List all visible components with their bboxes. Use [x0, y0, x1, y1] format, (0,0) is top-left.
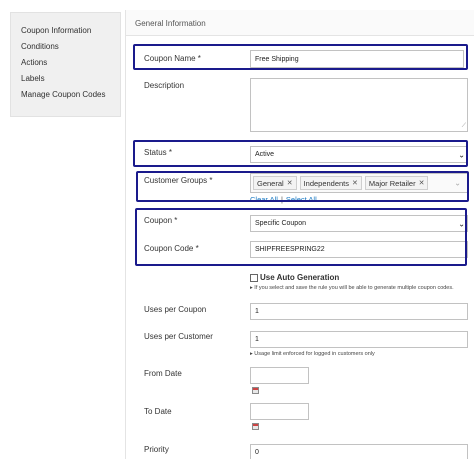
- link-separator: |: [280, 195, 283, 204]
- uses-per-customer-note-text: Usage limit enforced for logged in custo…: [254, 351, 375, 357]
- clear-all-link[interactable]: Clear All: [250, 195, 278, 204]
- description-label: Description: [144, 81, 185, 90]
- sidebar-item-labels[interactable]: Labels: [11, 71, 120, 87]
- from-date-input[interactable]: [250, 367, 309, 384]
- auto-generation-note: ▸ If you select and save the rule you wi…: [250, 285, 454, 291]
- uses-per-customer-note: ▸ Usage limit enforced for logged in cus…: [250, 351, 375, 357]
- uses-per-customer-value: 1: [255, 336, 259, 343]
- calendar-icon[interactable]: [252, 387, 259, 394]
- priority-value: 0: [255, 448, 259, 456]
- sidebar-item-actions[interactable]: Actions: [11, 55, 120, 71]
- coupon-name-label: Coupon Name *: [144, 54, 201, 63]
- auto-generation-label: Use Auto Generation: [260, 273, 340, 282]
- panel-header: General Information: [126, 10, 474, 36]
- chip-label: General: [257, 178, 284, 188]
- uses-per-coupon-input[interactable]: 1: [250, 303, 468, 320]
- calendar-icon[interactable]: [252, 423, 259, 430]
- coupon-name-input[interactable]: Free Shipping: [250, 50, 464, 68]
- chip-major-retailer: Major Retailer ✕: [364, 176, 429, 190]
- uses-per-customer-label: Uses per Customer: [144, 332, 213, 341]
- resize-handle-icon[interactable]: ⟋: [462, 123, 466, 130]
- general-information-panel: General Information Coupon Name * Free S…: [125, 10, 474, 459]
- status-label: Status *: [144, 148, 173, 157]
- auto-generation-note-text: If you select and save the rule you will…: [254, 285, 454, 291]
- coupon-name-value: Free Shipping: [255, 55, 299, 63]
- priority-label: Priority: [144, 445, 169, 454]
- uses-per-coupon-value: 1: [255, 308, 259, 315]
- panel-title: General Information: [135, 19, 206, 28]
- coupon-code-label: Coupon Code *: [144, 244, 199, 253]
- coupon-label: Coupon *: [144, 216, 178, 225]
- coupon-code-input[interactable]: SHIPFREESPRING22: [250, 241, 468, 258]
- coupon-value: Specific Coupon: [255, 220, 306, 227]
- sidebar-item-manage-coupon-codes[interactable]: Manage Coupon Codes: [11, 87, 120, 103]
- auto-generation-checkbox[interactable]: [250, 274, 258, 282]
- description-textarea[interactable]: ⟋: [250, 78, 468, 132]
- customer-groups-multiselect[interactable]: General ✕ Independents ✕ Major Retailer ✕ ⌄: [250, 173, 468, 193]
- priority-input[interactable]: 0: [250, 444, 468, 459]
- status-value: Active: [255, 151, 275, 158]
- coupon-code-value: SHIPFREESPRING22: [255, 246, 325, 253]
- to-date-label: To Date: [144, 407, 172, 416]
- sidebar-item-conditions[interactable]: Conditions: [11, 39, 120, 55]
- chevron-down-icon: ⌄: [458, 219, 465, 228]
- chip-label: Independents: [303, 178, 350, 188]
- customer-groups-label: Customer Groups *: [144, 176, 213, 185]
- status-select[interactable]: Active ⌄: [250, 146, 468, 163]
- chevron-down-icon[interactable]: ⌄: [454, 179, 461, 188]
- select-all-link[interactable]: Select All: [286, 195, 317, 204]
- to-date-input[interactable]: [250, 403, 309, 420]
- uses-per-customer-input[interactable]: 1: [250, 331, 468, 348]
- close-icon[interactable]: ✕: [419, 179, 425, 187]
- chip-independents: Independents ✕: [299, 176, 362, 190]
- from-date-label: From Date: [144, 369, 182, 378]
- sidebar-item-coupon-information[interactable]: Coupon Information: [11, 23, 120, 39]
- sidebar: Coupon Information Conditions Actions La…: [10, 12, 121, 117]
- chip-label: Major Retailer: [368, 178, 416, 188]
- select-links: Clear All | Select All: [250, 195, 317, 204]
- chevron-down-icon: ⌄: [458, 150, 465, 159]
- close-icon[interactable]: ✕: [287, 179, 293, 187]
- uses-per-coupon-label: Uses per Coupon: [144, 305, 207, 314]
- coupon-select[interactable]: Specific Coupon ⌄: [250, 215, 468, 232]
- chip-general: General ✕: [253, 176, 297, 190]
- close-icon[interactable]: ✕: [352, 179, 358, 187]
